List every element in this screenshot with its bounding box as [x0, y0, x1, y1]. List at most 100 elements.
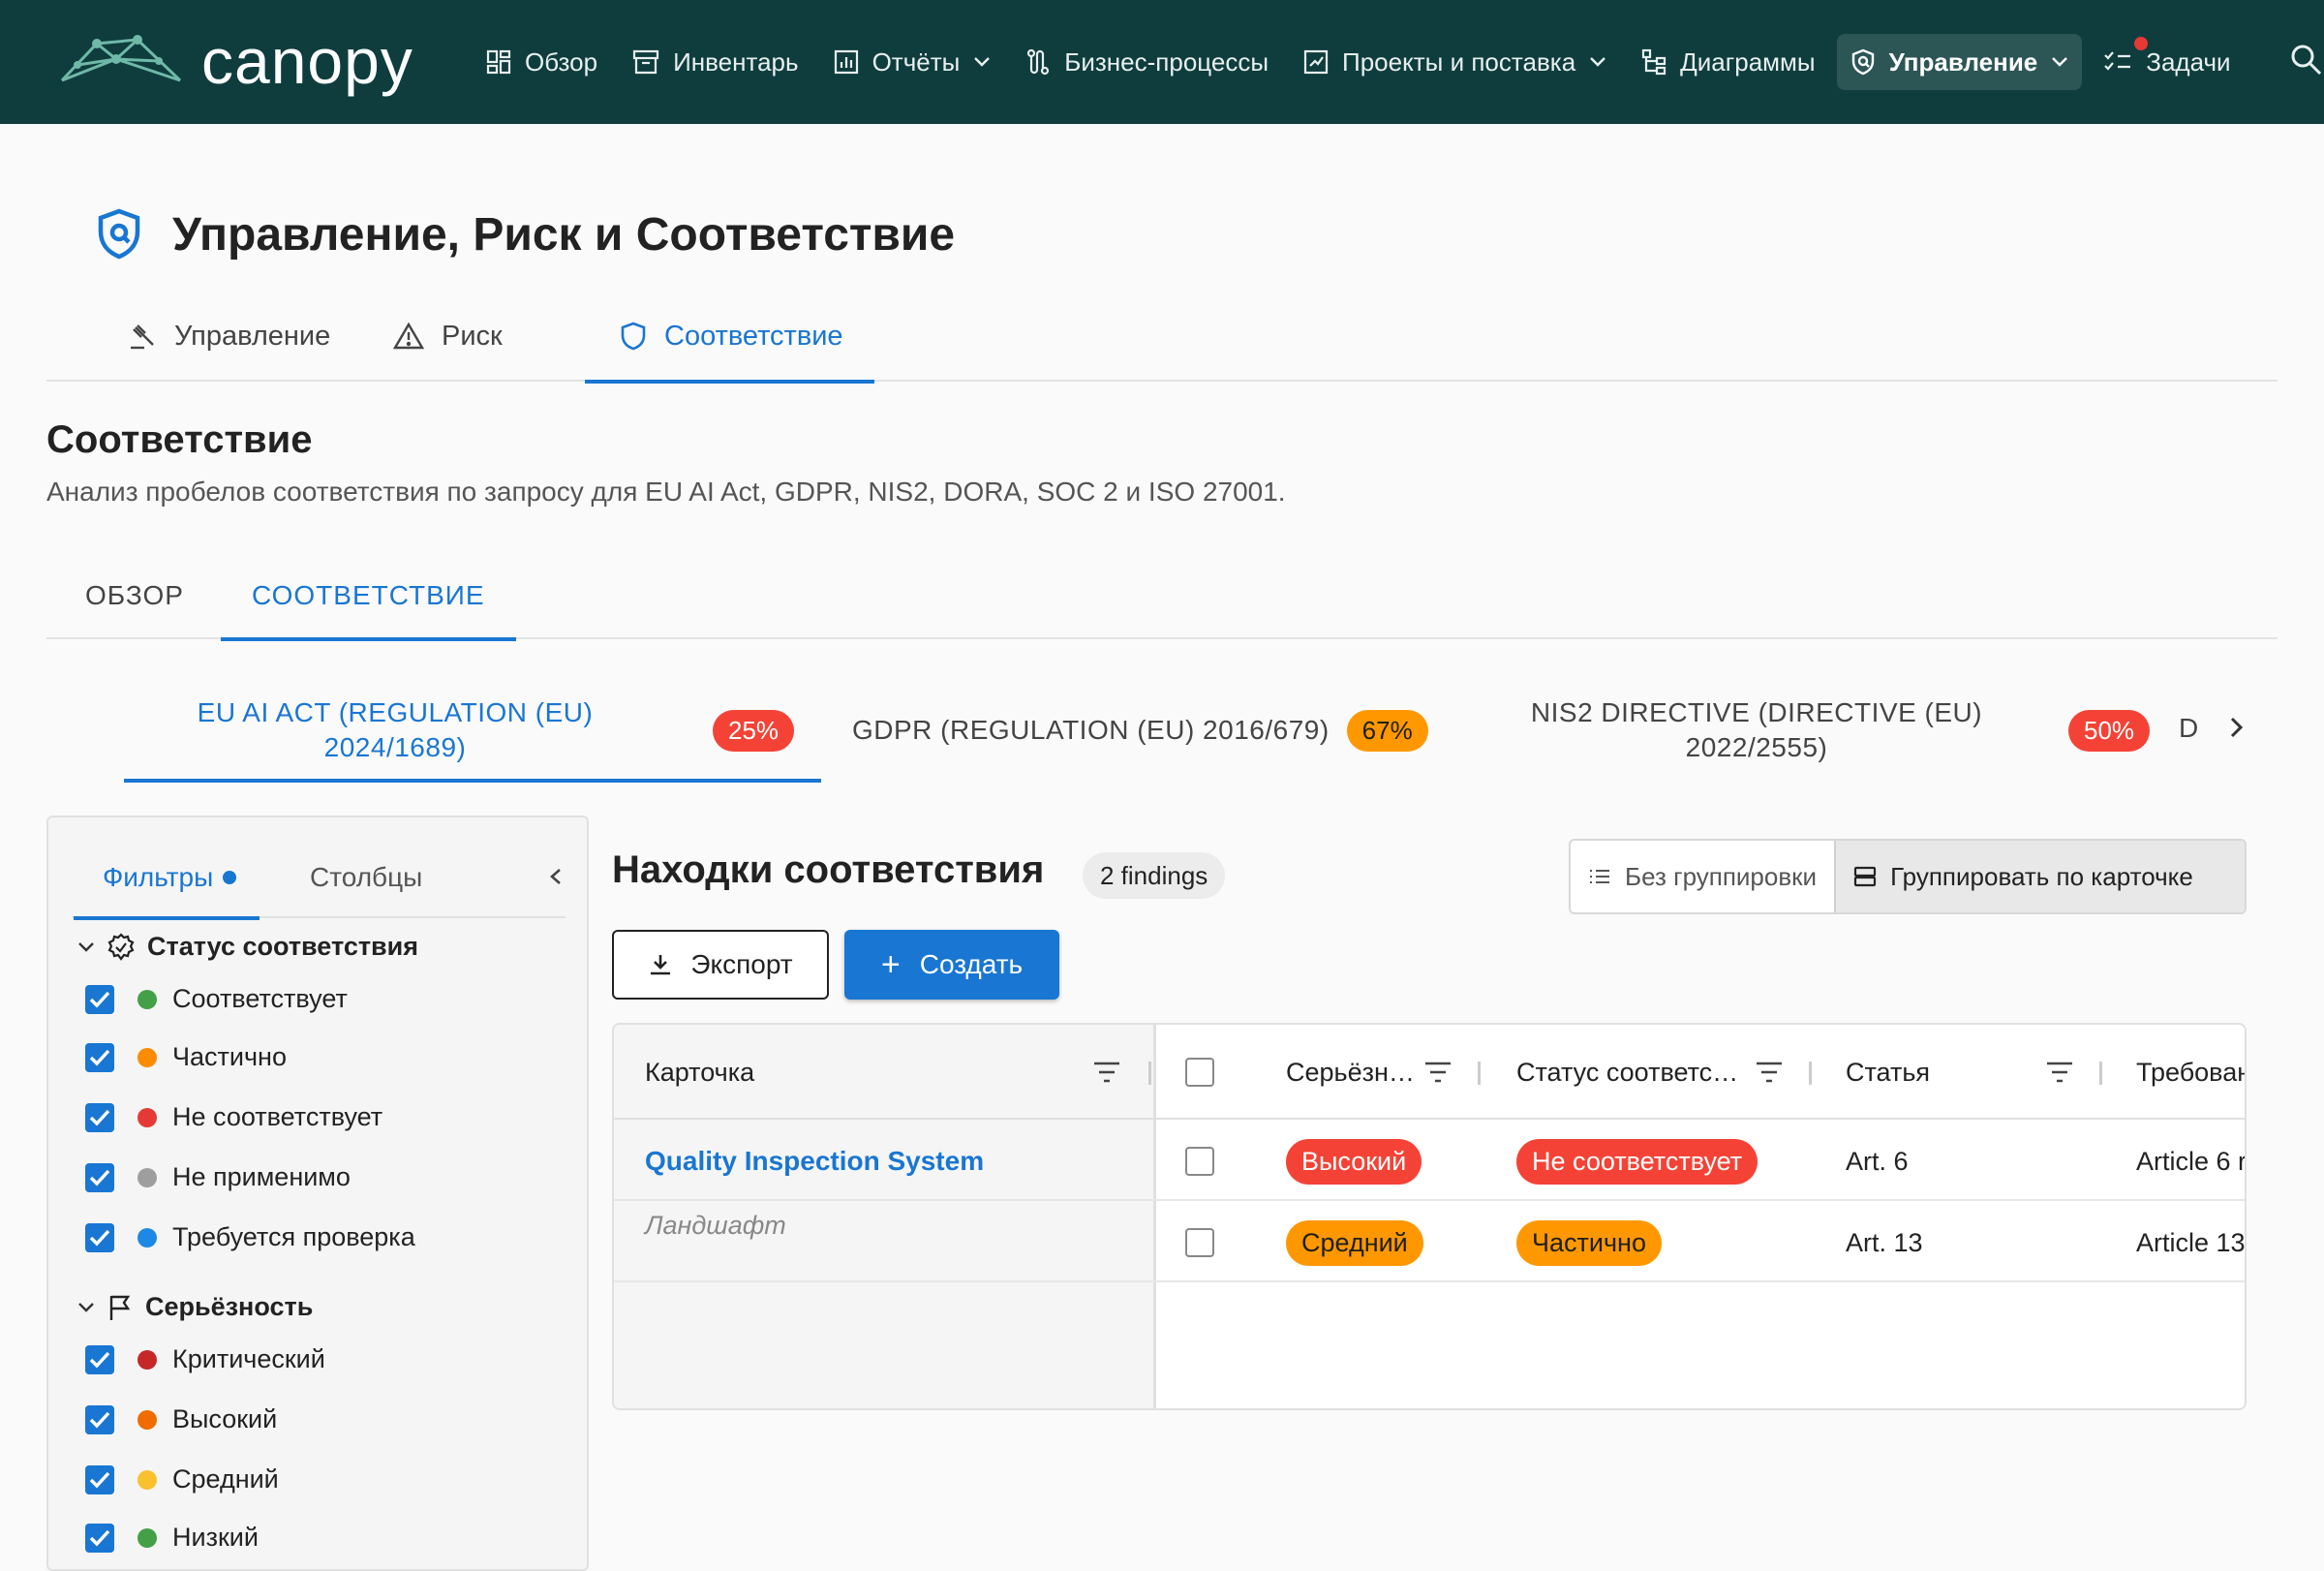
gavel-icon [131, 324, 154, 350]
column-divider[interactable] [1809, 1062, 1812, 1085]
nav-diagrams[interactable]: Диаграммы [1628, 34, 1828, 90]
canopy-logo[interactable]: canopy [58, 29, 413, 93]
nav-overview[interactable]: Обзор [473, 34, 611, 90]
checkbox-checked[interactable] [85, 984, 114, 1014]
check-icon [89, 1049, 110, 1065]
check-icon [89, 1411, 110, 1428]
row-select-cell[interactable] [1185, 1203, 1214, 1282]
nav-inventory-label: Инвентарь [673, 46, 799, 77]
tab-filters[interactable]: Фильтры [73, 837, 260, 920]
group-by-card-option[interactable]: Группировать по карточке [1834, 841, 2245, 912]
export-button[interactable]: Экспорт [612, 930, 829, 1000]
search-icon[interactable] [2289, 43, 2324, 77]
tab-risk[interactable]: Риск [393, 291, 503, 382]
tab-filters-label: Фильтры [103, 862, 214, 892]
nav-diagrams-label: Диаграммы [1680, 46, 1816, 77]
framework-tab-gdpr[interactable]: GDPR (REGULATION (EU) 2016/679) 67% [852, 678, 1472, 783]
filter-icon[interactable] [1755, 1060, 1784, 1085]
column-header-requirement[interactable]: Требован [2136, 1025, 2245, 1120]
chevron-right-icon[interactable] [2227, 713, 2247, 742]
column-divider[interactable] [1478, 1062, 1481, 1085]
framework-tab-more[interactable]: D [2179, 713, 2198, 744]
filter-option-low[interactable]: Низкий [85, 1523, 259, 1553]
filter-option-non-compliant[interactable]: Не соответствует [85, 1102, 382, 1132]
column-header-card[interactable]: Карточка [645, 1025, 754, 1120]
framework-tab-eu-ai-act[interactable]: EU AI ACT (REGULATION (EU) 2024/1689) 25… [124, 678, 821, 783]
column-header-status[interactable]: Статус соответс… [1516, 1025, 1738, 1120]
filter-group-compliance-status[interactable]: Статус соответствия [77, 932, 418, 962]
column-header-article[interactable]: Статья [1846, 1025, 1930, 1120]
checkbox-checked[interactable] [85, 1102, 114, 1132]
row-checkbox[interactable] [1185, 1228, 1214, 1257]
checkbox-checked[interactable] [85, 1464, 114, 1494]
table-row[interactable]: Ландшафт Средний Частично Art. 13 Articl… [614, 1203, 2245, 1282]
tab-compliance[interactable]: Соответствие [585, 291, 874, 384]
checkbox-checked[interactable] [85, 1404, 114, 1434]
framework-label-line2: 2024/1689) [323, 732, 467, 762]
select-all-cell[interactable] [1185, 1025, 1214, 1120]
filter-option-high[interactable]: Высокий [85, 1404, 277, 1434]
checkbox-checked[interactable] [85, 1344, 114, 1374]
column-divider[interactable] [1148, 1062, 1151, 1085]
severity-cell: Высокий [1286, 1122, 1422, 1201]
nav-business-processes-label: Бизнес-процессы [1064, 46, 1269, 77]
chevron-down-icon [1590, 57, 1606, 67]
checkbox-checked[interactable] [85, 1523, 114, 1553]
subtab-overview[interactable]: ОБЗОР [85, 552, 184, 639]
check-icon [89, 1229, 110, 1246]
process-icon [1027, 48, 1050, 76]
filter-icon[interactable] [1092, 1060, 1121, 1085]
status-cell: Не соответствует [1516, 1122, 1758, 1201]
checkbox-checked[interactable] [85, 1222, 114, 1252]
severity-cell: Средний [1286, 1203, 1423, 1282]
subtab-compliance[interactable]: СООТВЕТСТВИЕ [221, 552, 516, 641]
nav-inventory[interactable]: Инвентарь [619, 34, 811, 90]
article-cell: Art. 13 [1846, 1227, 1923, 1257]
nav-projects[interactable]: Проекты и поставка [1290, 34, 1620, 90]
filter-group-severity[interactable]: Серьёзность [77, 1292, 313, 1322]
reports-icon [834, 49, 858, 75]
severity-dot [138, 1349, 157, 1370]
checkbox-checked[interactable] [85, 1042, 114, 1072]
filter-option-medium[interactable]: Средний [85, 1464, 279, 1494]
create-button[interactable]: + Создать [844, 930, 1059, 1000]
nav-reports-label: Отчёты [872, 46, 961, 77]
column-divider[interactable] [2099, 1062, 2102, 1085]
compliance-sub-tabs: ОБЗОР СООТВЕТСТВИЕ [46, 552, 2278, 641]
filter-option-critical[interactable]: Критический [85, 1344, 325, 1374]
column-header-severity[interactable]: Серьёзн… [1286, 1025, 1415, 1120]
nav-business-processes[interactable]: Бизнес-процессы [1012, 34, 1282, 90]
filter-option-needs-review[interactable]: Требуется проверка [85, 1222, 415, 1252]
plus-icon: + [880, 946, 901, 983]
nav-tasks[interactable]: Задачи [2090, 34, 2244, 90]
tab-columns[interactable]: Столбцы [310, 837, 422, 918]
collapse-panel-icon[interactable] [546, 862, 566, 891]
nav-reports[interactable]: Отчёты [820, 34, 1005, 90]
filter-option-compliant[interactable]: Соответствует [85, 984, 348, 1014]
warning-icon [393, 322, 424, 350]
filter-icon[interactable] [2045, 1060, 2074, 1085]
page-header: Управление, Риск и Соответствие [95, 207, 955, 262]
filter-icon[interactable] [1423, 1060, 1452, 1085]
group-none-option[interactable]: Без группировки [1571, 841, 1834, 912]
status-badge: Частично [1516, 1219, 1662, 1266]
row-checkbox[interactable] [1185, 1147, 1214, 1176]
filter-option-partial[interactable]: Частично [85, 1042, 287, 1072]
severity-dot [138, 1409, 157, 1430]
card-name-link[interactable]: Quality Inspection System [645, 1122, 984, 1201]
select-all-checkbox[interactable] [1185, 1058, 1214, 1087]
tab-governance[interactable]: Управление [128, 291, 330, 382]
row-select-cell[interactable] [1185, 1122, 1214, 1201]
filter-option-not-applicable[interactable]: Не применимо [85, 1162, 351, 1192]
governance-shield-icon [98, 208, 140, 260]
checkbox-checked[interactable] [85, 1162, 114, 1192]
diagram-icon [1642, 48, 1667, 76]
top-navigation: canopy Обзор Инвентарь Отчёты Бизнес-про… [0, 0, 2324, 124]
card-name[interactable]: Quality Inspection System [645, 1146, 984, 1177]
table-row[interactable]: Quality Inspection System Высокий Не соо… [614, 1122, 2245, 1201]
framework-tab-nis2[interactable]: NIS2 DIRECTIVE (DIRECTIVE (EU) 2022/2555… [1482, 678, 2159, 783]
filter-option-label: Низкий [172, 1523, 259, 1552]
nav-governance[interactable]: Управление [1836, 34, 2083, 90]
main-menu: Обзор Инвентарь Отчёты Бизнес-процессы П… [473, 33, 2252, 91]
filter-option-label: Частично [172, 1042, 287, 1071]
